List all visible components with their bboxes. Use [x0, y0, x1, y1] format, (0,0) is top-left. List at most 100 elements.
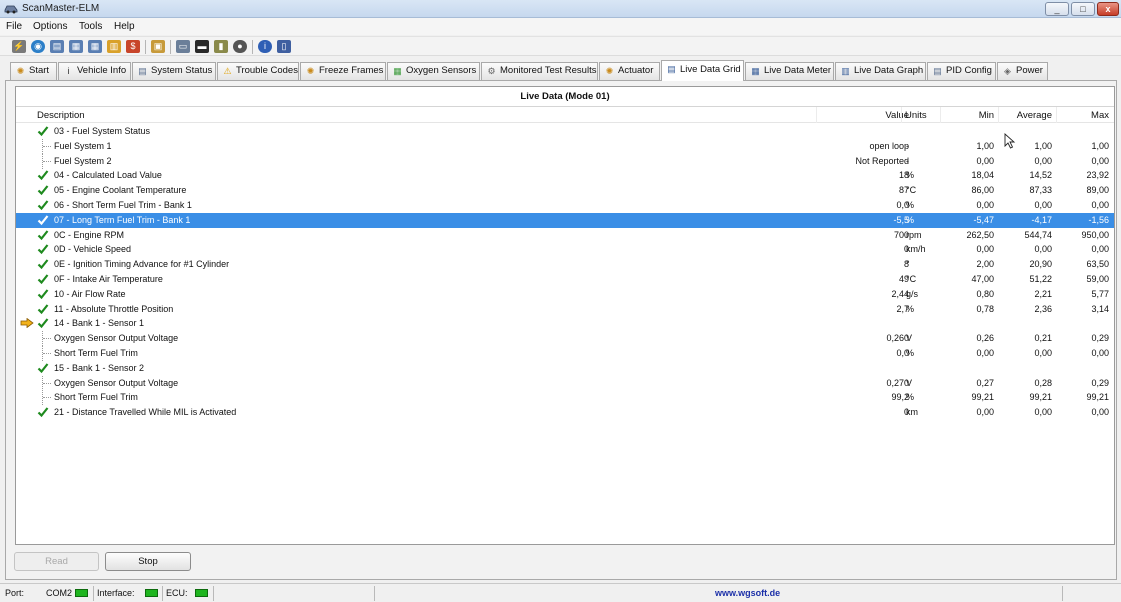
close-button[interactable]: x	[1097, 2, 1119, 16]
col-units[interactable]: Units	[905, 110, 927, 121]
table-row[interactable]: 04 - Calculated Load Value 18% 18,04 14,52 2…	[16, 168, 1114, 183]
table-row[interactable]: 07 - Long Term Fuel Trim - Bank 1 -5,5% -5…	[16, 212, 1114, 228]
table-row[interactable]: Short Term Fuel Trim 99,2% 99,21 99,21 99,21	[16, 390, 1114, 406]
table-row[interactable]: 06 - Short Term Fuel Trim - Bank 1 0,0% 0,…	[16, 198, 1114, 213]
clipboard-icon[interactable]: ▣	[151, 40, 165, 53]
row-min: 0,80	[976, 288, 994, 299]
tab-live-data-grid[interactable]: ▤ Live Data Grid	[661, 60, 744, 81]
row-max: 950,00	[1081, 229, 1109, 240]
connect-icon[interactable]: ⚡	[12, 40, 26, 53]
table-row[interactable]: 0C - Engine RPM 700 rpm 262,50 544,74 950,00	[16, 228, 1114, 243]
title-bar: ScanMaster-ELM _ □ x	[0, 0, 1121, 18]
tab-pid-config[interactable]: ▤ PID Config	[927, 62, 996, 80]
table-row[interactable]: 15 - Bank 1 - Sensor 2	[16, 361, 1114, 376]
check-icon[interactable]	[37, 243, 49, 255]
menu-help[interactable]: Help	[114, 21, 135, 32]
tab-vehicle-info[interactable]: i Vehicle Info	[58, 62, 131, 80]
row-average: 0,00	[1034, 244, 1052, 255]
chart-icon[interactable]: ▥	[107, 40, 121, 53]
minimize-button[interactable]: _	[1045, 2, 1069, 16]
stop-button[interactable]: Stop	[105, 552, 191, 571]
check-icon[interactable]	[37, 288, 49, 300]
maximize-button[interactable]: □	[1071, 2, 1095, 16]
tab-actuator[interactable]: ✺ Actuator	[599, 62, 660, 80]
col-min[interactable]: Min	[979, 110, 994, 121]
row-description: Fuel System 2	[54, 155, 112, 166]
grid-icon[interactable]: ▦	[69, 40, 83, 53]
col-average[interactable]: Average	[1017, 110, 1052, 121]
table-row[interactable]: Short Term Fuel Trim 0,0% 0,00 0,00 0,00	[16, 346, 1114, 361]
check-icon[interactable]	[37, 303, 49, 315]
globe-icon[interactable]: ◉	[31, 40, 45, 53]
check-icon[interactable]	[37, 199, 49, 211]
check-icon[interactable]	[37, 169, 49, 181]
check-icon[interactable]	[37, 184, 49, 196]
row-average: 0,00	[1034, 200, 1052, 210]
row-description: 0C - Engine RPM	[54, 229, 125, 240]
row-max: 0,00	[1091, 200, 1109, 210]
read-button[interactable]: Read	[14, 552, 99, 571]
menu-file[interactable]: File	[6, 21, 22, 32]
row-min: 47,00	[971, 274, 994, 284]
table-row[interactable]: 21 - Distance Travelled While MIL is Act…	[16, 405, 1114, 420]
tab-freeze-frames[interactable]: ✺ Freeze Frames	[300, 62, 386, 80]
check-icon[interactable]	[37, 258, 49, 270]
dollar-icon[interactable]: $	[126, 40, 140, 53]
power-icon: ◈	[1004, 66, 1011, 76]
info-icon[interactable]: i	[258, 40, 272, 53]
tab-live-data-graph[interactable]: ▥ Live Data Graph	[835, 62, 926, 80]
check-icon[interactable]	[37, 406, 49, 418]
table-row[interactable]: 03 - Fuel System Status	[16, 124, 1114, 139]
table-row[interactable]: 10 - Air Flow Rate 2,44 g/s 0,80 2,21 5,77	[16, 287, 1114, 302]
live-data-grid[interactable]: Live Data (Mode 01) Description Value Un…	[15, 86, 1115, 545]
tab-start[interactable]: ✺ Start	[10, 62, 57, 80]
exit-icon[interactable]: ▯	[277, 40, 291, 53]
row-description: Fuel System 1	[54, 140, 112, 151]
check-icon[interactable]	[37, 214, 49, 226]
interface-status-led	[145, 589, 158, 597]
tab-monitored-test-results[interactable]: ⚙ Monitored Test Results	[481, 62, 598, 80]
table-row[interactable]: Fuel System 2 Not Reported - 0,00 0,00 0,00	[16, 153, 1114, 169]
table-row[interactable]: 11 - Absolute Throttle Position 2,7% 0,78 2…	[16, 302, 1114, 317]
tab-oxygen-sensors[interactable]: ▦ Oxygen Sensors	[387, 62, 480, 80]
row-units: g/s	[906, 288, 919, 299]
table-row[interactable]: 05 - Engine Coolant Temperature 87 °C 86,00…	[16, 183, 1114, 198]
tab-live-data-meter[interactable]: ▦ Live Data Meter	[745, 62, 834, 80]
battery-icon[interactable]: ▮	[214, 40, 228, 53]
table-row[interactable]: 0E - Ignition Timing Advance for #1 Cyli…	[16, 257, 1114, 272]
table-row[interactable]: 14 - Bank 1 - Sensor 1	[16, 316, 1114, 331]
row-units: %	[906, 200, 915, 210]
tab-label: Vehicle Info	[77, 65, 127, 76]
disc-icon[interactable]: ●	[233, 40, 247, 53]
col-max[interactable]: Max	[1091, 110, 1109, 121]
table-row[interactable]: 0D - Vehicle Speed 0 km/h 0,00 0,00 0,00	[16, 242, 1114, 257]
comment-icon[interactable]: ▭	[176, 40, 190, 53]
row-value: Not Reported	[855, 155, 909, 166]
col-description[interactable]: Description	[37, 110, 85, 121]
table-row[interactable]: Fuel System 1 open loop - 1,00 1,00 1,00	[16, 138, 1114, 154]
tree-connector	[42, 153, 51, 169]
tab-trouble-codes[interactable]: ⚠ Trouble Codes	[217, 62, 299, 80]
status-separator	[1062, 586, 1063, 601]
menu-options[interactable]: Options	[33, 21, 67, 32]
tab-power[interactable]: ◈ Power	[997, 62, 1048, 80]
website-link[interactable]: www.wgsoft.de	[715, 588, 780, 598]
terminal-icon[interactable]: ▬	[195, 40, 209, 53]
check-icon[interactable]	[37, 229, 49, 241]
table-row[interactable]: 0F - Intake Air Temperature 49 °C 47,00 51,2…	[16, 272, 1114, 287]
menu-tools[interactable]: Tools	[79, 21, 102, 32]
row-max: 0,00	[1091, 244, 1109, 255]
document-icon[interactable]: ▤	[50, 40, 64, 53]
check-icon[interactable]	[37, 273, 49, 285]
row-average: 99,21	[1029, 392, 1052, 403]
tree-connector	[42, 138, 51, 154]
table-row[interactable]: Oxygen Sensor Output Voltage 0,260 V 0,26 0,…	[16, 331, 1114, 347]
tab-system-status[interactable]: ▤ System Status	[132, 62, 216, 80]
table-row[interactable]: Oxygen Sensor Output Voltage 0,270 V 0,27 0,…	[16, 375, 1114, 391]
actuator-icon: ✺	[605, 66, 614, 76]
check-icon[interactable]	[37, 125, 49, 137]
row-min: 0,00	[976, 200, 994, 210]
check-icon[interactable]	[37, 362, 49, 374]
table-icon[interactable]: ▦	[88, 40, 102, 53]
check-icon[interactable]	[37, 317, 49, 329]
